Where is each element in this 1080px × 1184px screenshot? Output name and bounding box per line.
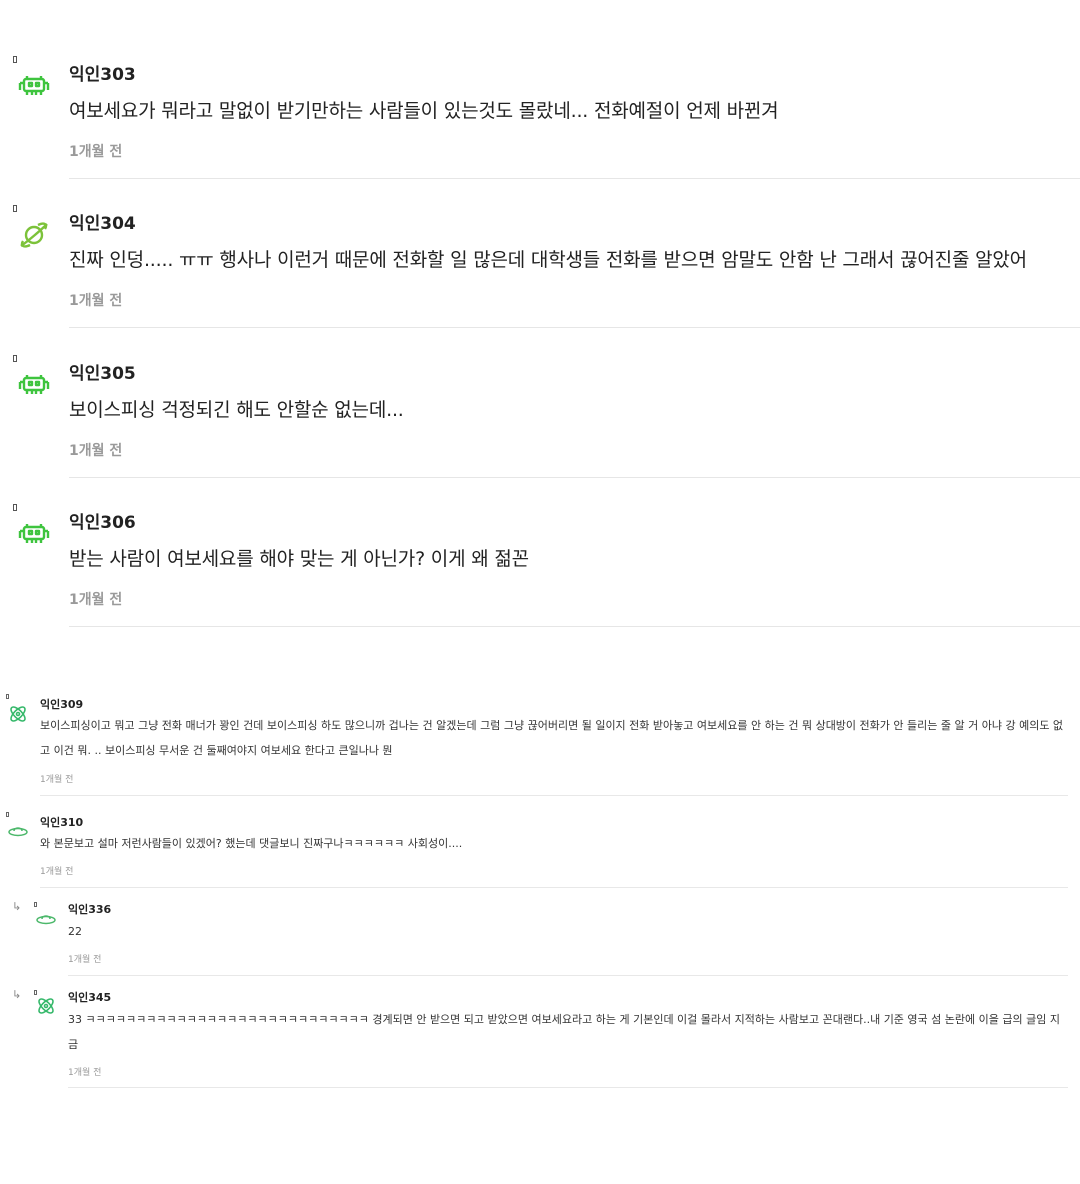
comment-author[interactable]: 익인336: [68, 901, 111, 917]
bracket-icon: [13, 205, 17, 212]
comment-time: 1개월 전: [40, 775, 74, 785]
divider: [69, 626, 1080, 627]
divider: [68, 975, 1068, 976]
comment-author[interactable]: 익인310: [40, 814, 83, 830]
reply-arrow-icon: ↳: [12, 900, 22, 913]
comment-item: 익인310 와 본문보고 설마 저런사람들이 있겠어? 했는데 댓글보니 진짜구…: [0, 812, 1080, 890]
bracket-icon: [13, 504, 17, 511]
ufo-icon: [36, 909, 56, 929]
comment-text: 33 ㅋㅋㅋㅋㅋㅋㅋㅋㅋㅋㅋㅋㅋㅋㅋㅋㅋㅋㅋㅋㅋㅋㅋㅋㅋㅋㅋㅋ 경계되면 안 받…: [68, 1013, 1060, 1051]
divider: [69, 327, 1080, 328]
bracket-icon: [6, 694, 9, 699]
comment-time: 1개월 전: [40, 867, 74, 877]
divider: [40, 887, 1068, 888]
comment-time: 1개월 전: [69, 144, 123, 160]
divider: [68, 1087, 1068, 1088]
bracket-icon: [13, 355, 17, 362]
planet-icon: [18, 219, 50, 251]
comment-item: 익인309 보이스피싱이고 뭐고 그냥 전화 매너가 꽝인 건데 보이스피싱 하…: [0, 694, 1080, 798]
comment-author[interactable]: 익인305: [69, 359, 136, 384]
comment-text: 와 본문보고 설마 저런사람들이 있겠어? 했는데 댓글보니 진짜구나ㅋㅋㅋㅋㅋ…: [40, 837, 463, 850]
atom-icon: [36, 996, 56, 1016]
comment-text: 22: [68, 925, 82, 938]
divider: [69, 477, 1080, 478]
comment-time: 1개월 전: [69, 293, 123, 309]
comment-text: 진짜 인덩..... ㅠㅠ 행사나 이런거 때문에 전화할 일 많은데 대학생들…: [69, 249, 1027, 271]
comment-text: 여보세요가 뭐라고 말없이 받기만하는 사람들이 있는것도 몰랐네... 전화예…: [69, 100, 779, 122]
divider: [40, 795, 1068, 796]
comment-author[interactable]: 익인345: [68, 989, 111, 1005]
comment-text: 보이스피싱 걱정되긴 해도 안할순 없는데...: [69, 399, 404, 421]
space-invader-icon: [18, 69, 50, 101]
space-invader-icon: [18, 368, 50, 400]
bracket-icon: [34, 990, 37, 995]
comment-author[interactable]: 익인303: [69, 60, 136, 85]
comment-time: 1개월 전: [69, 443, 123, 459]
comment-author[interactable]: 익인309: [40, 696, 83, 712]
comment-item: 익인305 보이스피싱 걱정되긴 해도 안할순 없는데... 1개월 전: [0, 355, 1080, 479]
comment-time: 1개월 전: [69, 592, 123, 608]
divider: [69, 178, 1080, 179]
bracket-icon: [6, 812, 9, 817]
comment-time: 1개월 전: [68, 955, 102, 965]
comment-item: 익인304 진짜 인덩..... ㅠㅠ 행사나 이런거 때문에 전화할 일 많은…: [0, 205, 1080, 329]
atom-icon: [8, 704, 28, 724]
bracket-icon: [34, 902, 37, 907]
reply-item: ↳ 익인336 22 1개월 전: [0, 900, 1080, 979]
comment-author[interactable]: 익인306: [69, 508, 136, 533]
comment-author[interactable]: 익인304: [69, 209, 136, 234]
ufo-icon: [8, 821, 28, 841]
reply-item: ↳ 익인345 33 ㅋㅋㅋㅋㅋㅋㅋㅋㅋㅋㅋㅋㅋㅋㅋㅋㅋㅋㅋㅋㅋㅋㅋㅋㅋㅋㅋㅋ …: [0, 988, 1080, 1091]
comment-item: 익인306 받는 사람이 여보세요를 해야 맞는 게 아닌가? 이게 왜 젊꼰 …: [0, 504, 1080, 628]
comment-item: 익인303 여보세요가 뭐라고 말없이 받기만하는 사람들이 있는것도 몰랐네.…: [0, 56, 1080, 180]
reply-arrow-icon: ↳: [12, 988, 22, 1001]
comment-time: 1개월 전: [68, 1068, 102, 1078]
space-invader-icon: [18, 517, 50, 549]
comment-text: 받는 사람이 여보세요를 해야 맞는 게 아닌가? 이게 왜 젊꼰: [69, 548, 529, 570]
comment-text: 보이스피싱이고 뭐고 그냥 전화 매너가 꽝인 건데 보이스피싱 하도 많으니까…: [40, 719, 1064, 757]
bracket-icon: [13, 56, 17, 63]
